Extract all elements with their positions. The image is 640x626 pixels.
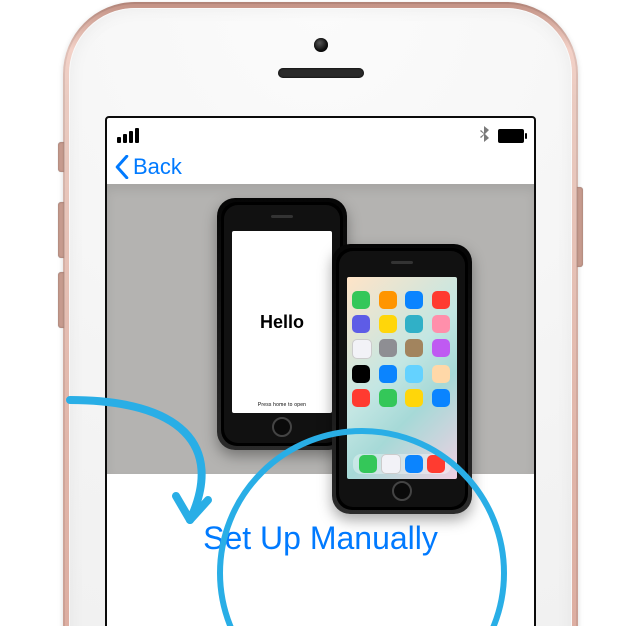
device-screen: Back Hello Press home to open [105, 116, 536, 626]
front-camera-icon [314, 38, 328, 52]
press-home-hint: Press home to open [258, 402, 306, 408]
hero-illustration: Hello Press home to open [107, 184, 534, 474]
back-label: Back [133, 154, 182, 180]
outer-iphone-frame: Back Hello Press home to open [63, 2, 578, 626]
bluetooth-icon [479, 126, 490, 145]
app-grid [352, 281, 452, 407]
illustration-phone-homescreen [332, 244, 472, 514]
home-button-icon [272, 417, 292, 437]
back-button[interactable]: Back [113, 154, 182, 180]
mute-switch [58, 142, 64, 172]
battery-icon [498, 129, 524, 143]
cellular-signal-icon [117, 128, 139, 143]
outer-iphone-bezel: Back Hello Press home to open [69, 8, 572, 626]
set-up-manually-link[interactable]: Set Up Manually [203, 520, 438, 556]
status-bar [107, 118, 534, 150]
earpiece-icon [278, 68, 364, 78]
canvas: Back Hello Press home to open [0, 0, 640, 626]
volume-down-button [58, 272, 64, 328]
illustration-phone-hello: Hello Press home to open [217, 198, 347, 450]
hello-text: Hello [260, 312, 304, 333]
home-button-icon [392, 481, 412, 501]
volume-up-button [58, 202, 64, 258]
dock [353, 454, 451, 474]
nav-bar: Back [107, 150, 534, 184]
chevron-left-icon [113, 155, 131, 179]
power-button [577, 187, 583, 267]
